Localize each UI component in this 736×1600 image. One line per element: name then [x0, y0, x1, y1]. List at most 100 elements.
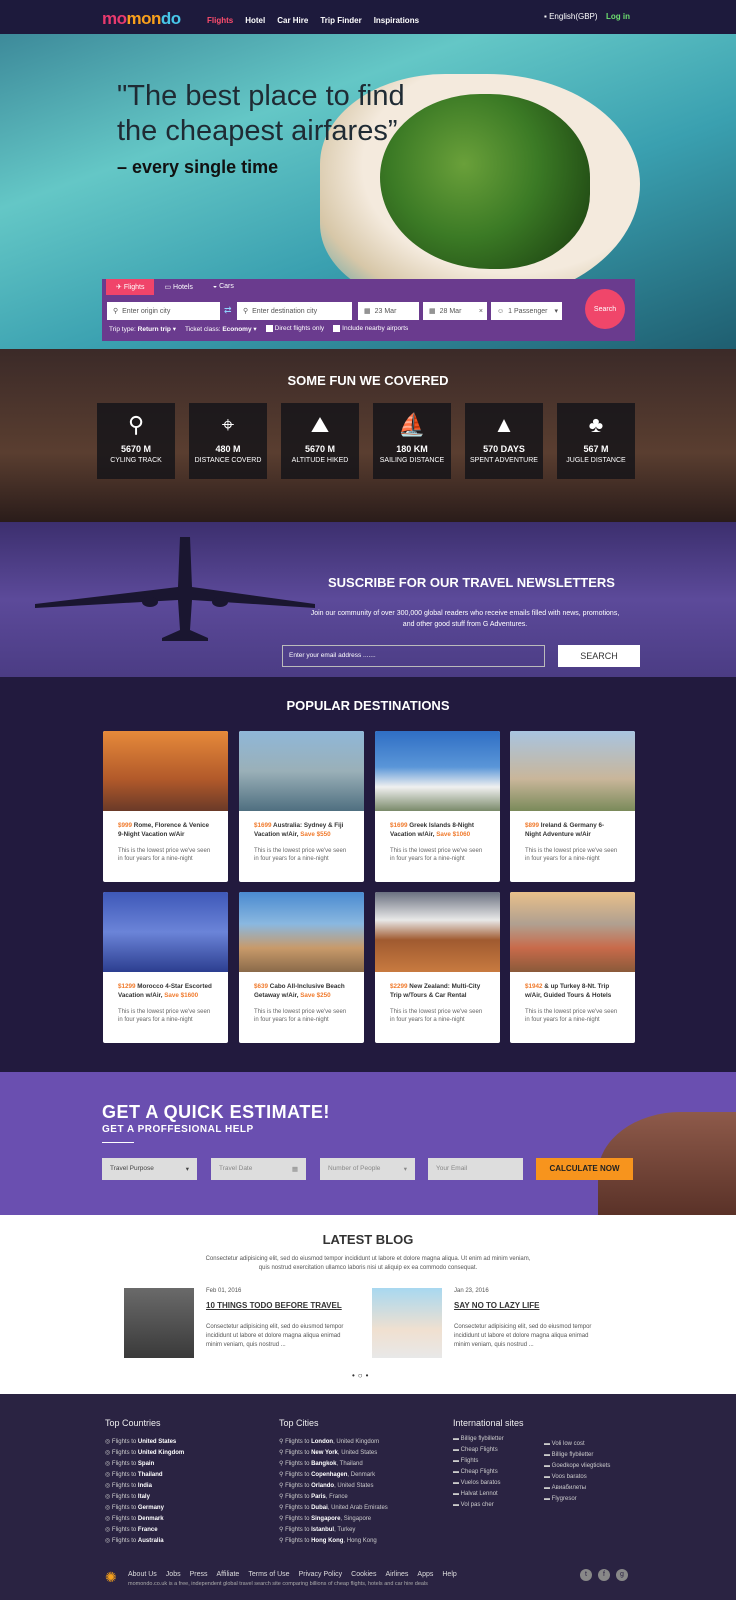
email-field[interactable]: Your Email [428, 1158, 523, 1180]
destination-input[interactable]: ⚲ Enter destination city [237, 302, 352, 320]
people-select[interactable]: Number of People ▾ [320, 1158, 415, 1180]
stat-tile: ♣ 567 M JUGLE DISTANCE [557, 403, 635, 479]
footer-link-about[interactable]: About Us [128, 1571, 157, 1578]
footer-link-jobs[interactable]: Jobs [166, 1571, 181, 1578]
destination-card[interactable]: $639 Cabo All-Inclusive Beach Getaway w/… [239, 892, 364, 1043]
footer-link[interactable]: ◎ Flights to United States [105, 1437, 184, 1448]
destination-card[interactable]: $899 Ireland & Germany 6-Night Adventure… [510, 731, 635, 882]
footer-link[interactable]: ▬ Voli low cost [544, 1439, 610, 1450]
facebook-icon[interactable]: f [598, 1569, 610, 1581]
tab-hotels[interactable]: ▭ Hotels [154, 279, 202, 295]
ticket-class-select[interactable]: Ticket class: Economy ▾ [185, 325, 257, 333]
nearby-airports-checkbox[interactable]: Include nearby airports [333, 325, 408, 333]
jungle-icon: ♣ [588, 412, 604, 437]
footer-link[interactable]: ⚲ Flights to Bangkok, Thailand [279, 1459, 388, 1470]
nav-trip-finder[interactable]: Trip Finder [320, 16, 361, 25]
language-selector[interactable]: ▪ English(GBP) [544, 12, 598, 21]
footer-link[interactable]: ◎ Flights to France [105, 1525, 184, 1536]
nav-car-hire[interactable]: Car Hire [277, 16, 308, 25]
footer-link-affiliate[interactable]: Affiliate [217, 1571, 240, 1578]
footer-link[interactable]: ▬ Voos baratos [544, 1472, 610, 1483]
estimate-title: GET A QUICK ESTIMATE! [102, 1102, 330, 1122]
tab-cars[interactable]: ◒ Cars [203, 279, 244, 295]
tab-flights[interactable]: ✈ Flights [106, 279, 155, 295]
destination-card[interactable]: $2299 New Zealand: Multi-City Trip w/Tou… [375, 892, 500, 1043]
destination-card[interactable]: $1699 Greek Islands 8-Night Vacation w/A… [375, 731, 500, 882]
footer-link[interactable]: ▬ Cheap Flights [453, 1467, 504, 1478]
nav-flights[interactable]: Flights [207, 16, 233, 25]
newsletter-title: SUSCRIBE FOR OUR TRAVEL NEWSLETTERS [328, 575, 615, 590]
origin-input[interactable]: ⚲ Enter origin city [107, 302, 220, 320]
footer-link[interactable]: ▬ Billige flybiletter [544, 1450, 610, 1461]
footer-link[interactable]: ▬ Cheap Flights [453, 1445, 504, 1456]
footer-link[interactable]: ⚲ Flights to New York, United States [279, 1448, 388, 1459]
footer-link[interactable]: ◎ Flights to Thailand [105, 1470, 184, 1481]
calculate-button[interactable]: CALCULATE NOW [536, 1158, 633, 1180]
footer-link[interactable]: ⚲ Flights to Hong Kong, Hong Kong [279, 1536, 388, 1547]
blog-post-title[interactable]: SAY NO TO LAZY LIFE [454, 1301, 540, 1310]
footer-link[interactable]: ◎ Flights to Spain [105, 1459, 184, 1470]
footer-link[interactable]: ▬ Flygresor [544, 1494, 610, 1505]
blog-post-image[interactable] [372, 1288, 442, 1358]
footer-link[interactable]: ◎ Flights to United Kingdom [105, 1448, 184, 1459]
footer-link[interactable]: ⚲ Flights to Orlando, United States [279, 1481, 388, 1492]
trip-type-select[interactable]: Trip type: Return trip ▾ [109, 325, 176, 333]
footer-link-privacy[interactable]: Privacy Policy [299, 1571, 343, 1578]
newsletter-email-input[interactable]: Enter your email address ....... [282, 645, 545, 667]
footer-link[interactable]: ⚲ Flights to Singapore, Singapore [279, 1514, 388, 1525]
estimate-subtitle: GET A PROFFESIONAL HELP [102, 1124, 254, 1135]
footer-link-press[interactable]: Press [190, 1571, 208, 1578]
destination-card[interactable]: $1299 Morocco 4-Star Escorted Vacation w… [103, 892, 228, 1043]
footer-link[interactable]: ▬ Billige flybilletter [453, 1434, 504, 1445]
footer-link[interactable]: ◎ Flights to Denmark [105, 1514, 184, 1525]
destination-card[interactable]: $1942 & up Turkey 8-Nt. Trip w/Air, Guid… [510, 892, 635, 1043]
blog-post-title[interactable]: 10 THINGS TODO BEFORE TRAVEL [206, 1301, 342, 1310]
footer-link[interactable]: ▬ Авиабилеты [544, 1483, 610, 1494]
footer-link-apps[interactable]: Apps [417, 1571, 433, 1578]
stat-tile: ⛵ 180 KM SAILING DISTANCE [373, 403, 451, 479]
top-header: momondo Flights Hotel Car Hire Trip Find… [0, 0, 736, 34]
nav-inspirations[interactable]: Inspirations [374, 16, 419, 25]
footer-link[interactable]: ◎ Flights to Italy [105, 1492, 184, 1503]
login-link[interactable]: Log in [606, 12, 630, 21]
footer-link[interactable]: ▬ Goedkope vliegtickets [544, 1461, 610, 1472]
direct-flights-checkbox[interactable]: Direct flights only [265, 325, 324, 333]
footer-link[interactable]: ▬ Vol pas cher [453, 1500, 504, 1511]
footer-link-airlines[interactable]: Airlines [385, 1571, 408, 1578]
footer-link[interactable]: ◎ Flights to Australia [105, 1536, 184, 1547]
blog-post-image[interactable] [124, 1288, 194, 1358]
carousel-dots[interactable]: •○• [352, 1371, 371, 1380]
travel-date-field[interactable]: Travel Date ▦ [211, 1158, 306, 1180]
footer-link[interactable]: ◎ Flights to Germany [105, 1503, 184, 1514]
passenger-select[interactable]: ☺ 1 Passenger ▾ [491, 302, 562, 320]
search-button[interactable]: Search [585, 289, 625, 329]
momondo-logo[interactable]: momondo [102, 9, 181, 29]
footer-link[interactable]: ⚲ Flights to Paris, France [279, 1492, 388, 1503]
footer-link-terms[interactable]: Terms of Use [248, 1571, 289, 1578]
sites-heading: International sites [453, 1418, 524, 1428]
destination-card[interactable]: $999 Rome, Florence & Venice 9-Night Vac… [103, 731, 228, 882]
location-pin-icon: ⚲ [113, 308, 119, 315]
footer-link[interactable]: ⚲ Flights to Dubai, United Arab Emirates [279, 1503, 388, 1514]
newsletter-search-button[interactable]: SEARCH [558, 645, 640, 667]
return-date-field[interactable]: ▦ 28 Mar × [423, 302, 487, 320]
travel-purpose-select[interactable]: Travel Purpose ▾ [102, 1158, 197, 1180]
nav-hotel[interactable]: Hotel [245, 16, 265, 25]
chevron-down-icon: ▾ [554, 308, 558, 315]
swap-icon[interactable]: ⇄ [224, 305, 232, 316]
footer-link[interactable]: ▬ Vuelos baratos [453, 1478, 504, 1489]
google-plus-icon[interactable]: g [616, 1569, 628, 1581]
footer-link[interactable]: ▬ Flights [453, 1456, 504, 1467]
stat-tile: ▲ 570 DAYS SPENT ADVENTURE [465, 403, 543, 479]
footer-link[interactable]: ▬ Halvat Lennot [453, 1489, 504, 1500]
footer-link[interactable]: ⚲ Flights to Copenhagen, Denmark [279, 1470, 388, 1481]
destination-card[interactable]: $1699 Australia: Sydney & Fiji Vacation … [239, 731, 364, 882]
depart-date-field[interactable]: ▦ 23 Mar [358, 302, 419, 320]
footer-link-help[interactable]: Help [442, 1571, 456, 1578]
twitter-icon[interactable]: t [580, 1569, 592, 1581]
footer-link[interactable]: ◎ Flights to India [105, 1481, 184, 1492]
footer-link-cookies[interactable]: Cookies [351, 1571, 376, 1578]
clear-icon[interactable]: × [479, 308, 483, 315]
footer-link[interactable]: ⚲ Flights to Istanbul, Turkey [279, 1525, 388, 1536]
footer-link[interactable]: ⚲ Flights to London, United Kingdom [279, 1437, 388, 1448]
